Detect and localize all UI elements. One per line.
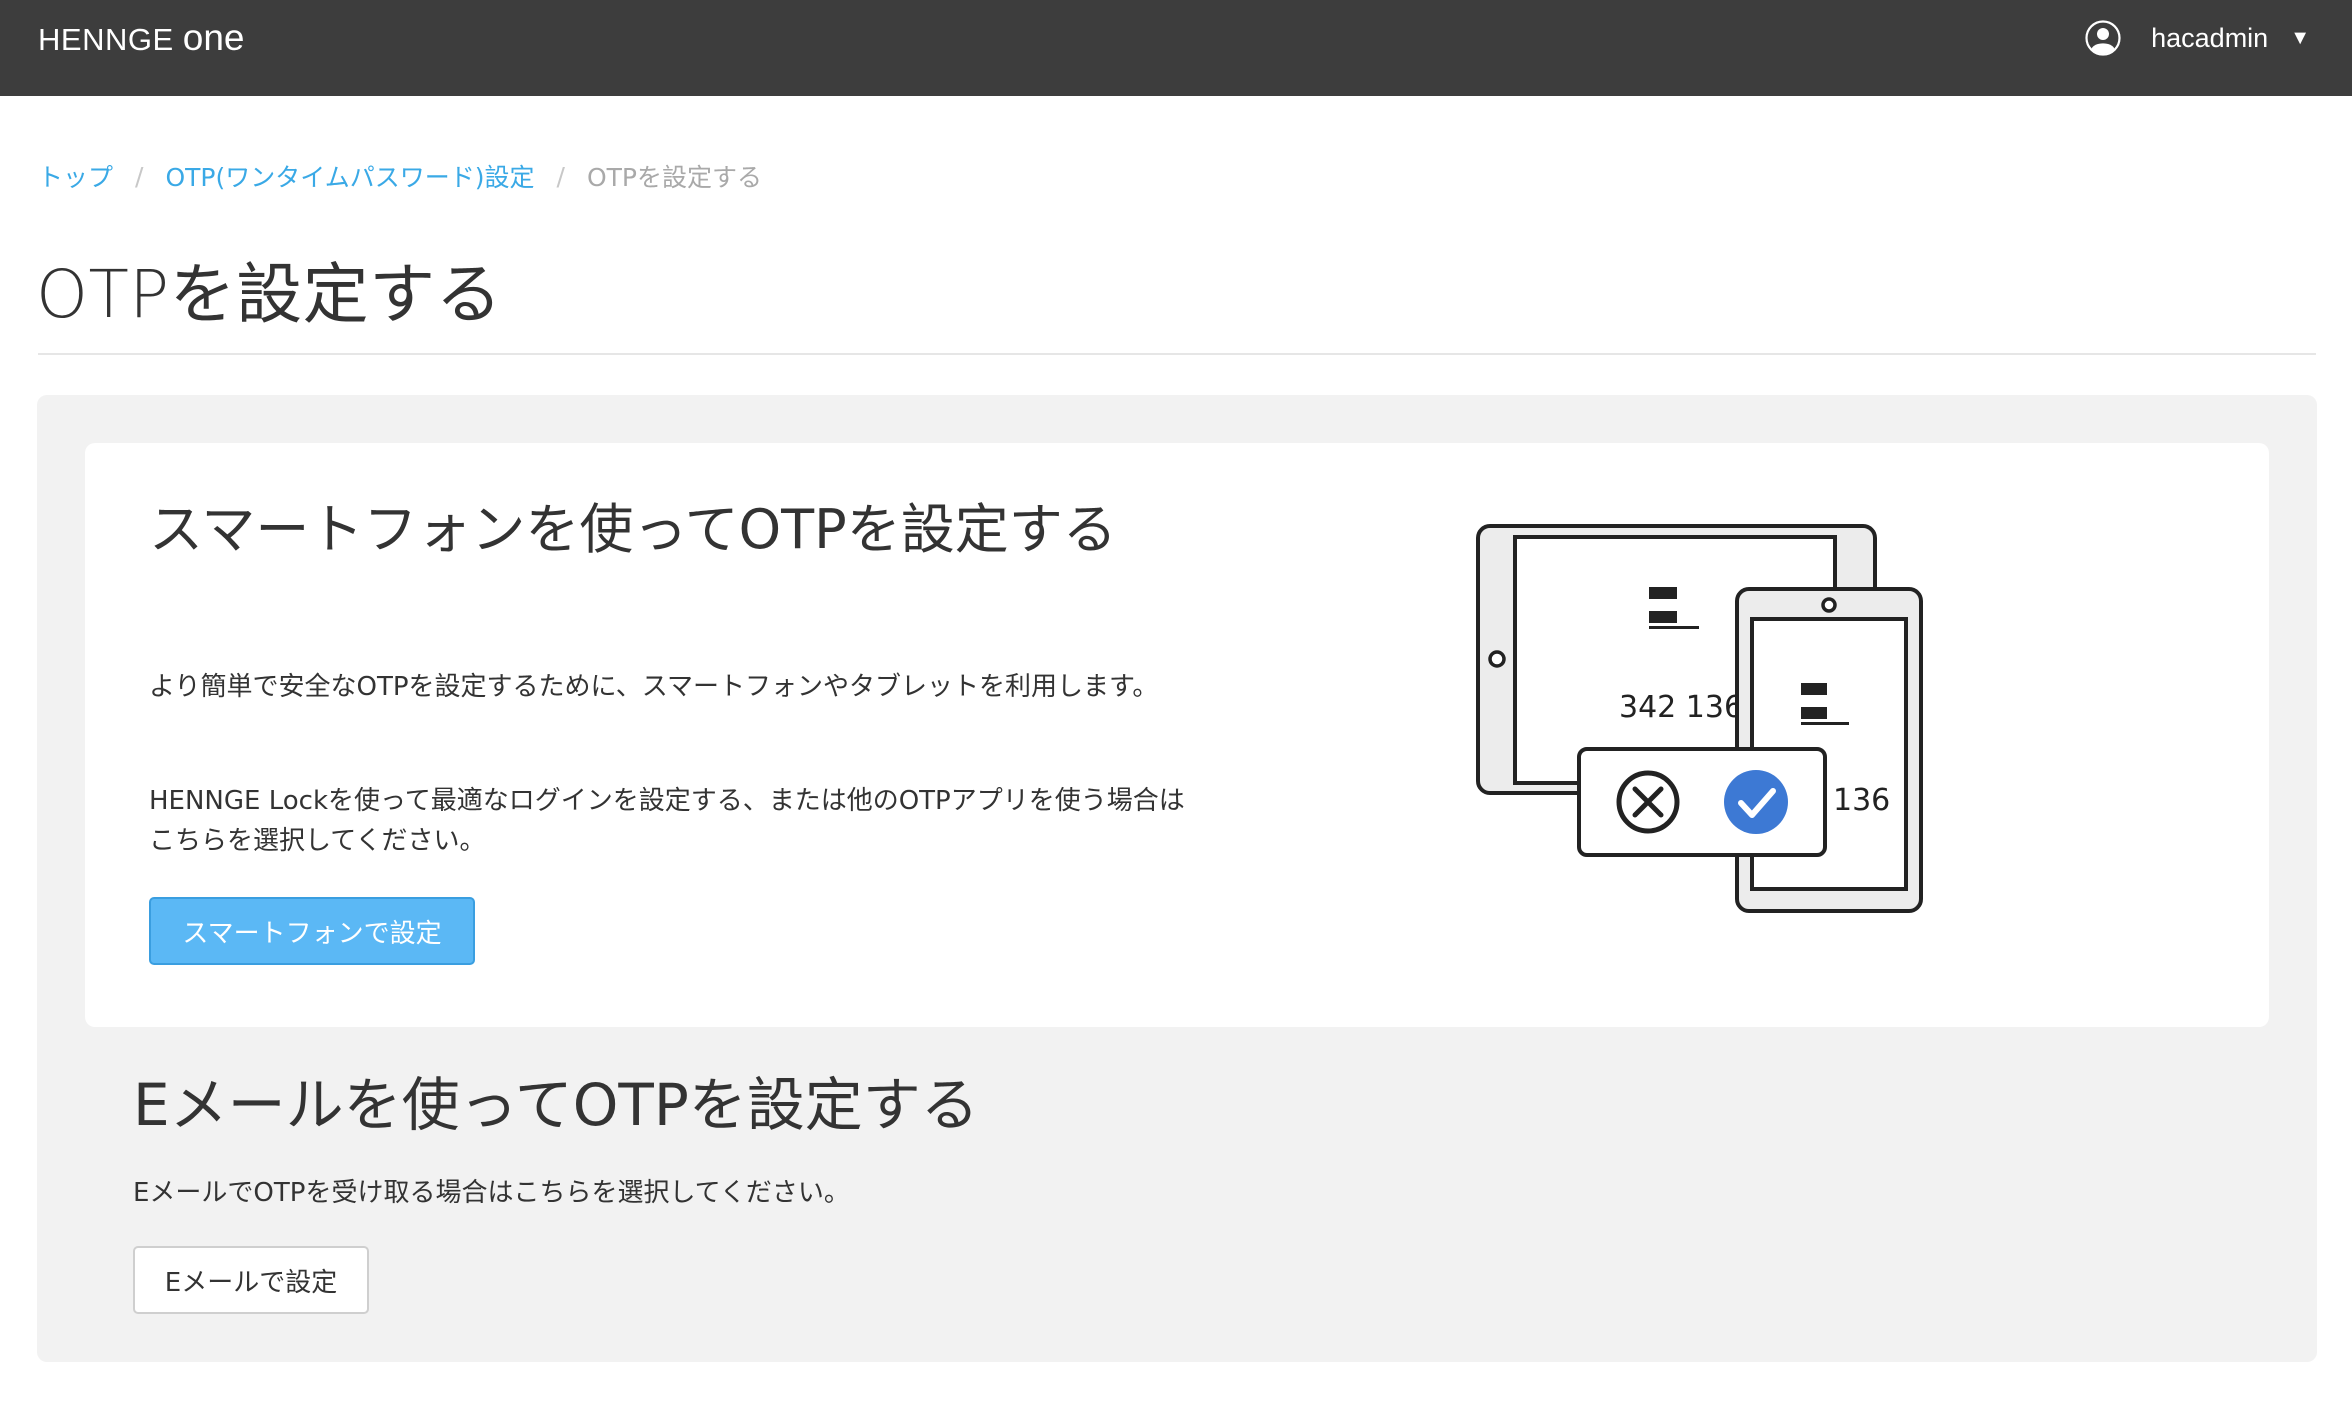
- smartphone-option-card: スマートフォンを使ってOTPを設定する より簡単で安全なOTPを設定するために、…: [85, 443, 2269, 1027]
- breadcrumb-separator: /: [135, 161, 144, 191]
- smartphone-option-title: スマートフォンを使ってOTPを設定する: [149, 498, 1117, 561]
- top-navbar: HENNGE one hacadmin ▼: [0, 0, 2352, 96]
- chevron-down-icon: ▼: [2290, 26, 2310, 49]
- page-title: OTPを設定する: [36, 256, 503, 333]
- email-option-description: EメールでOTPを受け取る場合はこちらを選択してください。: [133, 1178, 850, 1208]
- phone-otp-code: 136: [1833, 783, 1890, 818]
- title-divider: [38, 353, 2316, 355]
- smartphone-option-description: より簡単で安全なOTPを設定するために、スマートフォンやタブレットを利用します。: [149, 672, 1159, 702]
- user-menu[interactable]: hacadmin ▼: [2085, 18, 2310, 58]
- breadcrumb-otp-settings-link[interactable]: OTP(ワンタイムパスワード)設定: [165, 158, 534, 194]
- brand-suffix: one: [182, 17, 245, 58]
- username: hacadmin: [2151, 22, 2269, 53]
- user-avatar-icon: [2085, 20, 2121, 56]
- brand-logo[interactable]: HENNGE one: [38, 18, 245, 60]
- otp-options-panel: スマートフォンを使ってOTPを設定する より簡単で安全なOTPを設定するために、…: [37, 395, 2317, 1362]
- setup-with-smartphone-button[interactable]: スマートフォンで設定: [149, 897, 475, 965]
- breadcrumb: トップ / OTP(ワンタイムパスワード)設定 / OTPを設定する: [38, 158, 762, 194]
- smartphone-option-note: HENNGE Lockを使って最適なログインを設定する、または他のOTPアプリを…: [149, 786, 1185, 856]
- breadcrumb-current: OTPを設定する: [586, 163, 762, 192]
- tablet-otp-code: 342 136: [1619, 690, 1743, 725]
- devices-illustration: 342 136 136: [1476, 524, 1923, 913]
- breadcrumb-top-link[interactable]: トップ: [38, 158, 113, 194]
- email-option-title: Eメールを使ってOTPを設定する: [133, 1071, 979, 1139]
- breadcrumb-separator: /: [556, 161, 565, 191]
- approval-dialog: [1577, 747, 1827, 857]
- setup-with-email-button[interactable]: Eメールで設定: [133, 1246, 369, 1314]
- approve-check-icon: [1724, 770, 1788, 834]
- brand-name: HENNGE: [38, 22, 174, 57]
